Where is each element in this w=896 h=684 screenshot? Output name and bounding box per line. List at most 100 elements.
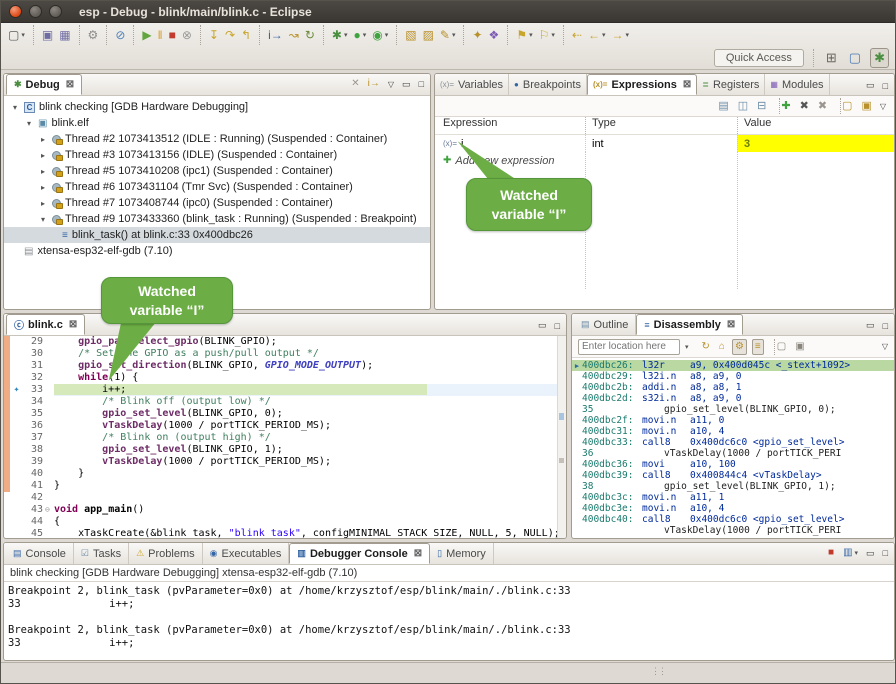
show-source-toggle[interactable]: ≡ (752, 339, 764, 355)
disassembly-line[interactable]: 400dbc2f: movi.n a11, 0 (572, 415, 894, 426)
refresh-view-button[interactable]: ↻ (700, 339, 712, 355)
bookmark-dropdown[interactable]: ⚐ (536, 25, 558, 45)
breakpoint-gutter[interactable] (10, 528, 23, 539)
sync-context-toggle[interactable]: ⚙ (732, 339, 747, 355)
line-number[interactable]: 38 (23, 444, 45, 456)
occurrence-marker[interactable] (559, 413, 564, 420)
disassembly-line[interactable]: 400dbc39: call8 0x400844c4 <vTaskDelay> (572, 470, 894, 481)
code-line[interactable]: 29 gpio_pad_select_gpio(BLINK_GPIO); (4, 336, 566, 348)
elf-row[interactable]: ▾ ▣ blink.elf (4, 115, 430, 131)
stack-frame-row[interactable]: ≡ blink_task() at blink.c:33 0x400dbc26 (4, 227, 430, 243)
disassembly-line[interactable]: 400dbc3c: movi.n a11, 1 (572, 492, 894, 503)
breakpoint-gutter[interactable] (10, 336, 23, 348)
expander-icon[interactable]: ▸ (38, 151, 48, 160)
disassembly-line[interactable]: 400dbc3e: movi.n a10, 4 (572, 503, 894, 514)
forward-dropdown[interactable]: → (608, 25, 632, 45)
overview-ruler[interactable] (557, 336, 566, 539)
step-into-button[interactable]: ↧ (200, 25, 222, 45)
breakpoint-gutter[interactable] (10, 372, 23, 384)
breakpoint-gutter[interactable] (10, 396, 23, 408)
tab-close-icon[interactable] (414, 548, 422, 559)
line-number[interactable]: 39 (23, 456, 45, 468)
show-logical-structures-button[interactable]: ◫ (737, 98, 749, 114)
external-tools-dropdown[interactable]: ◉ (369, 25, 391, 45)
tab-outline[interactable]: ▤ Outline (574, 314, 636, 335)
code-line[interactable]: 33 i++; (4, 384, 566, 396)
location-dropdown-icon[interactable]: ▾ (685, 343, 689, 351)
breakpoint-gutter[interactable] (10, 408, 23, 420)
minimize-icon[interactable]: ▭ (866, 80, 875, 91)
disassembly-line[interactable]: 400dbc31: movi.n a10, 4 (572, 426, 894, 437)
terminate-button[interactable]: ■ (166, 25, 179, 45)
disassembly-line[interactable]: 38 gpio_set_level(BLINK_GPIO, 1); (572, 481, 894, 492)
expander-icon[interactable]: ▾ (38, 215, 48, 224)
line-number[interactable]: 30 (23, 348, 45, 360)
minimize-icon[interactable]: ▭ (866, 320, 875, 331)
expression-row[interactable]: (x)= i int 3 (435, 135, 894, 152)
maximize-icon[interactable]: □ (419, 79, 424, 89)
breakpoint-gutter[interactable] (10, 480, 23, 492)
breakpoint-gutter[interactable] (10, 504, 23, 516)
maximize-icon[interactable]: □ (555, 321, 560, 331)
tab-registers[interactable]: ≣ Registers (697, 74, 765, 95)
instruction-stepping-button[interactable]: i→ (259, 25, 286, 45)
line-number[interactable]: 32 (23, 372, 45, 384)
window-maximize-button[interactable] (49, 5, 62, 18)
window-minimize-button[interactable] (29, 5, 42, 18)
line-number[interactable]: 41 (23, 480, 45, 492)
tab-executables[interactable]: ◉ Executables (203, 543, 290, 564)
line-number[interactable]: 43 (23, 504, 45, 516)
code-editor[interactable]: 29 gpio_pad_select_gpio(BLINK_GPIO); 30 … (4, 336, 566, 539)
thread-row[interactable]: ▸ Thread #7 1073408744 (ipc0) (Suspended… (4, 195, 430, 211)
drag-handle[interactable]: ⋮⋮ (651, 666, 665, 677)
breakpoint-gutter[interactable] (10, 420, 23, 432)
code-line[interactable]: 42 (4, 492, 566, 504)
tab-variables[interactable]: (x)= Variables (435, 74, 509, 95)
line-number[interactable]: 34 (23, 396, 45, 408)
run-dropdown[interactable]: ● (350, 25, 369, 45)
disassembly-line[interactable]: vTaskDelay(1000 / portTICK_PERI (572, 525, 894, 536)
tab-close-icon[interactable] (66, 79, 74, 90)
column-type[interactable]: Type (585, 117, 737, 134)
open-element-button[interactable]: ▧ (396, 25, 419, 45)
home-button[interactable]: ⌂ (717, 339, 727, 355)
breakpoint-gutter[interactable] (10, 384, 23, 396)
expander-icon[interactable]: ▸ (38, 135, 48, 144)
expander-icon[interactable]: ▾ (24, 119, 34, 128)
minimize-icon[interactable]: ▭ (538, 320, 547, 331)
suspend-button[interactable]: ‖ (155, 25, 166, 45)
code-line[interactable]: 37 /* Blink on (output high) */ (4, 432, 566, 444)
add-expression-button[interactable]: ✚ (779, 98, 791, 114)
debug-perspective-button[interactable]: ✱ (870, 48, 889, 68)
line-number[interactable]: 33 (23, 384, 45, 396)
line-number[interactable]: 44 (23, 516, 45, 528)
location-input[interactable] (578, 339, 680, 355)
disassembly-line[interactable]: 400dbc33: call8 0x400dc6c0 <gpio_set_lev… (572, 437, 894, 448)
maximize-icon[interactable]: □ (883, 81, 888, 91)
view-menu-icon[interactable]: ▽ (880, 102, 886, 111)
thread-row[interactable]: ▸ Thread #6 1073431104 (Tmr Svc) (Suspen… (4, 179, 430, 195)
line-number[interactable]: 42 (23, 492, 45, 504)
remove-all-expressions-button[interactable]: ✖ (817, 98, 828, 114)
line-number[interactable]: 45 (23, 528, 45, 539)
line-number[interactable]: 35 (23, 408, 45, 420)
fold-icon[interactable] (45, 504, 50, 515)
disassembly-line[interactable]: 400dbc40: call8 0x400dc6c0 <gpio_set_lev… (572, 514, 894, 525)
remove-all-terminated-button[interactable]: ✕ (351, 77, 359, 91)
breakpoint-gutter[interactable] (10, 348, 23, 360)
line-number[interactable]: 36 (23, 420, 45, 432)
debug-dropdown[interactable]: ✱ (323, 25, 351, 45)
launch-dropdown[interactable]: ✎ (437, 25, 459, 45)
minimize-icon[interactable]: ▭ (402, 79, 411, 90)
code-line[interactable]: 36 vTaskDelay(1000 / portTICK_PERIOD_MS)… (4, 420, 566, 432)
code-line[interactable]: 34 /* Blink off (output low) */ (4, 396, 566, 408)
breakpoint-gutter[interactable] (10, 516, 23, 528)
maximize-icon[interactable]: □ (883, 321, 888, 331)
breakpoint-gutter[interactable] (10, 468, 23, 480)
breakpoint-gutter[interactable] (10, 432, 23, 444)
code-line[interactable]: 38 gpio_set_level(BLINK_GPIO, 1); (4, 444, 566, 456)
tab-close-icon[interactable] (727, 319, 735, 330)
disassembly-line[interactable]: 400dbc36: movi a10, 100 (572, 459, 894, 470)
link-view-button[interactable]: ▣ (793, 339, 806, 355)
code-line[interactable]: 44 { (4, 516, 566, 528)
